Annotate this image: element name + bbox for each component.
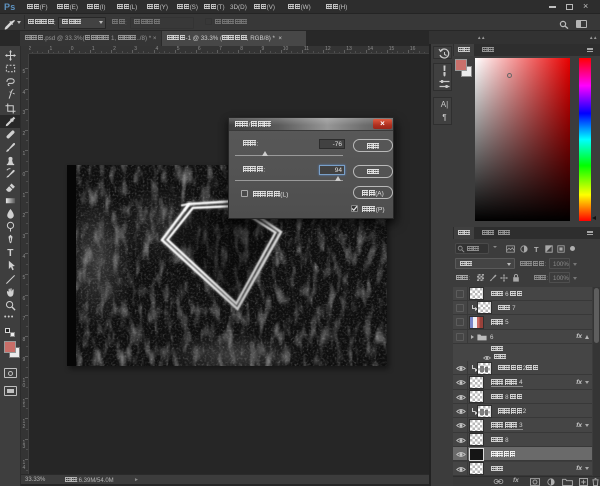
svg-text:T: T: [7, 248, 14, 258]
